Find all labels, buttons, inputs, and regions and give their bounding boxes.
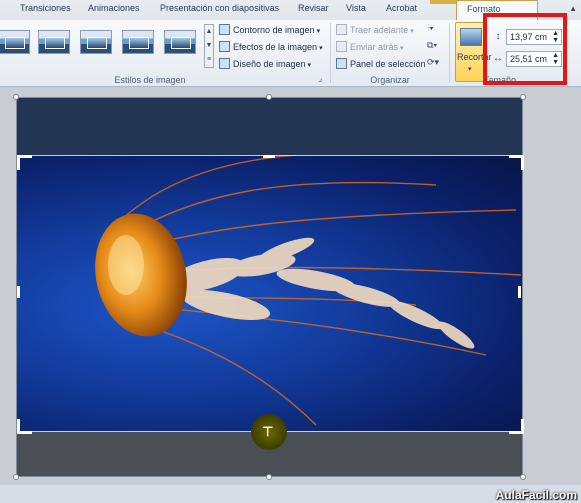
send-backward-icon (336, 41, 347, 52)
crop-handle-left[interactable] (17, 286, 20, 298)
rotate-icon[interactable]: ⟳▾ (427, 57, 439, 68)
picture-border-button[interactable]: Contorno de imagen ▾ (219, 24, 320, 35)
align-icon[interactable]: ⫶▾ (427, 23, 434, 34)
resize-handle[interactable] (13, 94, 19, 100)
send-backward-button[interactable]: Enviar atrás ▾ (336, 41, 404, 52)
tab-vista[interactable]: Vista (346, 3, 366, 13)
resize-handle[interactable] (520, 94, 526, 100)
tab-revisar[interactable]: Revisar (298, 3, 329, 13)
crop-button[interactable]: Recortar ▾ (455, 22, 492, 82)
crop-handle-right[interactable] (518, 286, 521, 298)
picture-style-thumb[interactable] (0, 30, 30, 54)
tab-transiciones[interactable]: Transiciones (20, 3, 71, 13)
effects-icon (219, 41, 230, 52)
pen-icon (219, 24, 230, 35)
bring-forward-icon (336, 24, 347, 35)
layout-icon (219, 58, 230, 69)
group-label-styles: Estilos de imagen (114, 75, 186, 85)
send-backward-label: Enviar atrás (350, 42, 399, 52)
picture-style-thumb[interactable] (164, 30, 196, 54)
picture-border-label: Contorno de imagen (233, 25, 315, 35)
crop-icon (460, 28, 482, 46)
selection-pane-label: Panel de selección (350, 59, 426, 69)
crop-handle-top[interactable] (263, 155, 275, 158)
picture-effects-label: Efectos de la imagen (233, 42, 318, 52)
group-icon[interactable]: ⧉▾ (427, 40, 437, 51)
crop-handle-top-left[interactable] (17, 155, 32, 170)
ribbon-minimize-icon[interactable]: ▲ (569, 4, 577, 13)
selection-pane-button[interactable]: Panel de selección (336, 58, 426, 69)
status-bar (0, 485, 581, 503)
crop-cursor-icon: ⊤ (262, 424, 274, 439)
crop-handle-top-right[interactable] (509, 155, 524, 170)
resize-handle[interactable] (266, 474, 272, 480)
resize-handle[interactable] (13, 474, 19, 480)
tab-animaciones[interactable]: Animaciones (88, 3, 140, 13)
picture-layout-label: Diseño de imagen (233, 59, 306, 69)
gallery-scroll[interactable]: ▲ ▼ ≡ (204, 24, 214, 68)
crop-handle-bottom-left[interactable] (17, 419, 32, 434)
highlight-box (483, 13, 567, 85)
picture-style-thumb[interactable] (122, 30, 154, 54)
picture-style-thumb[interactable] (38, 30, 70, 54)
selection-pane-icon (336, 58, 347, 69)
resize-handle[interactable] (520, 474, 526, 480)
group-label-arrange: Organizar (370, 75, 410, 85)
bring-forward-label: Traer adelante (350, 25, 409, 35)
crop-handle-bottom-right[interactable] (509, 419, 524, 434)
tab-acrobat[interactable]: Acrobat (386, 3, 417, 13)
resize-handle[interactable] (266, 94, 272, 100)
picture-layout-button[interactable]: Diseño de imagen ▾ (219, 58, 311, 69)
picture-effects-button[interactable]: Efectos de la imagen ▾ (219, 41, 323, 52)
picture-style-thumb[interactable] (80, 30, 112, 54)
tab-presentacion[interactable]: Presentación con diapositivas (160, 3, 279, 13)
watermark: AulaFacil.com (495, 488, 577, 502)
dialog-launcher-icon[interactable]: ⌟ (318, 73, 322, 84)
bring-forward-button[interactable]: Traer adelante ▾ (336, 24, 414, 35)
